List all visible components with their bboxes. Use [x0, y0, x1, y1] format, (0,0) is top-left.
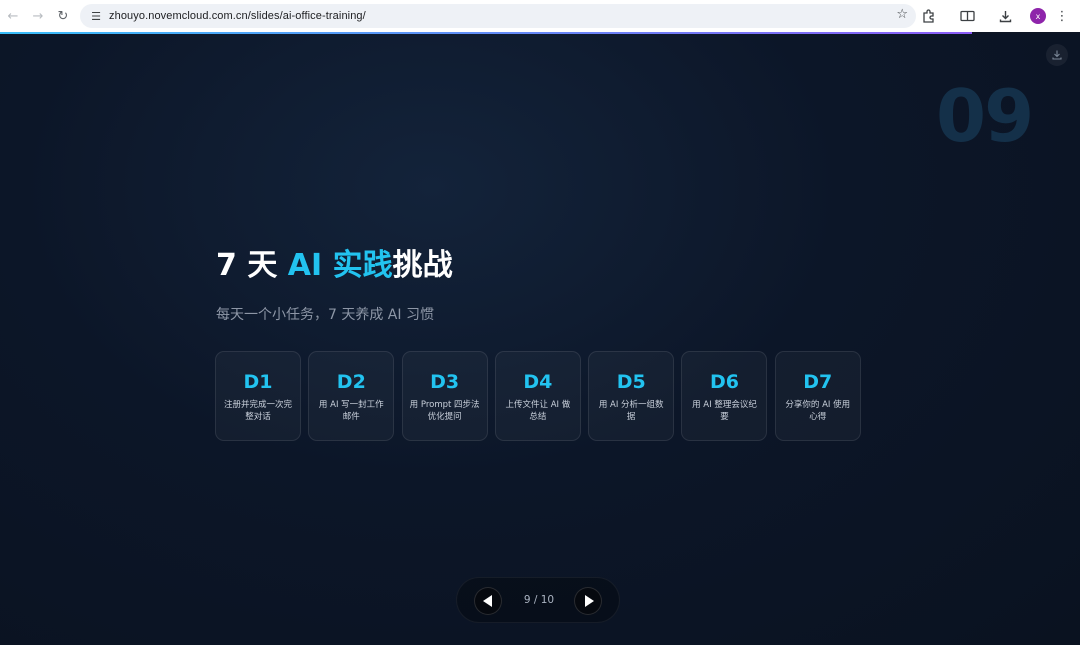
address-bar[interactable]: ☰ zhouyo.novemcloud.com.cn/slides/ai-off… [80, 4, 916, 28]
tune-icon[interactable]: ☰ [86, 10, 106, 23]
puzzle-icon [923, 9, 934, 23]
slide-subtitle: 每天一个小任务，7 天养成 AI 习惯 [216, 307, 434, 323]
triangle-left-icon [482, 595, 492, 607]
title-prefix: 7 天 [216, 248, 288, 283]
slide: 09 7 天 AI 实践挑战 每天一个小任务，7 天养成 AI 习惯 D1 注册并… [0, 34, 1080, 645]
avatar-initial: x [1035, 11, 1041, 21]
day-card: D2 用 AI 写一封工作邮件 [308, 351, 395, 441]
back-button[interactable]: ← [2, 5, 24, 27]
day-label: D4 [523, 371, 553, 393]
triangle-right-icon [584, 595, 594, 607]
prev-slide-button[interactable] [474, 587, 502, 615]
day-card: D1 注册并完成一次完整对话 [215, 351, 301, 441]
reading-mode-button[interactable] [954, 5, 980, 27]
arrow-left-icon: ← [7, 8, 19, 24]
day-task: 上传文件让 AI 做总结 [505, 400, 571, 422]
reload-button[interactable]: ↻ [52, 5, 74, 27]
day-task: 用 AI 写一封工作邮件 [318, 400, 384, 422]
challenge-days: D1 注册并完成一次完整对话 D2 用 AI 写一封工作邮件 D3 用 Prompt 四步… [215, 351, 868, 441]
slide-title: 7 天 AI 实践挑战 [216, 240, 453, 284]
day-task: 用 AI 整理会议纪要 [692, 400, 757, 422]
day-label: D5 [616, 371, 646, 393]
slide-counter: 9 / 10 [523, 594, 555, 606]
day-card: D7 分享你的 AI 使用心得 [774, 351, 861, 441]
book-icon [959, 10, 975, 22]
day-label: D2 [336, 371, 366, 393]
toolbar-actions: x ⋮ [904, 0, 1080, 32]
day-card: D3 用 Prompt 四步法优化提问 [401, 351, 488, 441]
downloads-button[interactable] [992, 5, 1018, 27]
url-text[interactable]: zhouyo.novemcloud.com.cn/slides/ai-offic… [109, 10, 366, 22]
browser-toolbar: ← → ↻ ☰ zhouyo.novemcloud.com.cn/slides/… [0, 0, 1080, 32]
kebab-icon[interactable]: ⋮ [1055, 9, 1069, 24]
day-task: 注册并完成一次完整对话 [223, 400, 292, 422]
day-task: 用 Prompt 四步法优化提问 [409, 400, 480, 422]
forward-button[interactable]: → [27, 5, 49, 27]
title-accent: AI 实践 [287, 248, 393, 283]
day-task: 分享你的 AI 使用心得 [785, 400, 851, 422]
profile-avatar[interactable]: x [1030, 8, 1046, 24]
slide-number: 09 [936, 74, 1034, 158]
arrow-right-icon: → [32, 8, 44, 24]
download-icon [999, 10, 1011, 22]
day-label: D1 [243, 371, 273, 393]
day-card: D6 用 AI 整理会议纪要 [681, 351, 768, 441]
day-task: 用 AI 分析一组数据 [598, 400, 664, 422]
extensions-button[interactable] [916, 5, 942, 27]
slide-pager: 9 / 10 [456, 577, 620, 623]
day-card: D5 用 AI 分析一组数据 [588, 351, 675, 441]
reload-icon: ↻ [57, 8, 69, 24]
title-suffix: 挑战 [392, 248, 453, 283]
day-label: D7 [803, 371, 833, 393]
day-label: D3 [430, 371, 460, 393]
next-slide-button[interactable] [574, 587, 602, 615]
day-card: D4 上传文件让 AI 做总结 [494, 351, 581, 441]
download-icon [1052, 50, 1062, 60]
day-label: D6 [709, 371, 739, 393]
download-slide-button[interactable] [1046, 44, 1068, 66]
